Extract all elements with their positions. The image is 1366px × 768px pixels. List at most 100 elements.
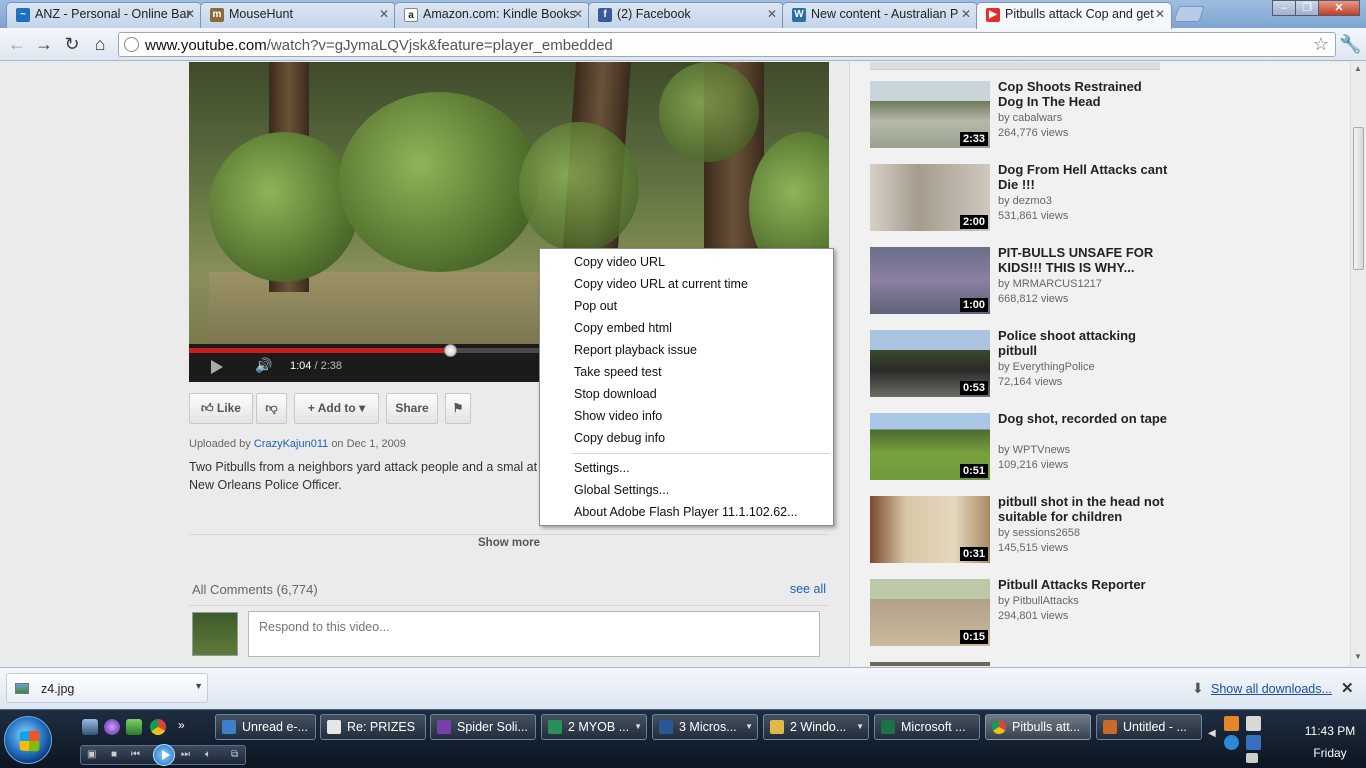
chrome-icon[interactable] [150, 719, 166, 735]
show-all-downloads-link[interactable]: Show all downloads... [1211, 682, 1332, 696]
tab-wordpress[interactable]: W New content - Australian P ✕ [782, 2, 978, 28]
reload-button[interactable]: ↻ [61, 33, 83, 55]
tray-icon[interactable] [1224, 716, 1239, 731]
menu-item-copy-video-url[interactable]: Copy video URL [574, 255, 665, 269]
share-button[interactable]: Share [386, 393, 438, 424]
close-icon[interactable]: ✕ [961, 3, 971, 25]
video-thumbnail[interactable]: 0:31 [870, 496, 990, 563]
scroll-down-icon[interactable]: ▼ [1354, 652, 1362, 661]
video-thumbnail[interactable]: 1:00 [870, 247, 990, 314]
related-video-item[interactable]: 0:31 pitbull shot in the head not suitab… [870, 494, 1170, 564]
taskbar-button-spider-solitaire[interactable]: Spider Soli... [430, 714, 536, 740]
progress-knob[interactable] [444, 344, 458, 357]
menu-item-copy-embed-html[interactable]: Copy embed html [574, 321, 672, 335]
video-thumbnail[interactable]: 0:53 [870, 330, 990, 397]
uploader-link[interactable]: CrazyKajun011 [254, 438, 328, 450]
wrench-icon[interactable]: 🔧 [1339, 33, 1361, 55]
related-title[interactable]: PIT-BULLS UNSAFE FOR KIDS!!! THIS IS WHY… [998, 245, 1168, 275]
restore-icon[interactable]: ⧉ [231, 749, 238, 760]
like-button[interactable]: 👍︎ Like [189, 393, 253, 424]
home-button[interactable]: ⌂ [89, 33, 111, 55]
video-thumbnail[interactable]: 2:33 [870, 81, 990, 148]
next-icon[interactable]: ⏭ [181, 749, 190, 760]
close-icon[interactable]: ✕ [1155, 3, 1165, 25]
close-icon[interactable]: ✕ [573, 3, 583, 25]
menu-item-copy-url-current-time[interactable]: Copy video URL at current time [574, 277, 748, 291]
volume-icon[interactable]: 🔊 [255, 357, 272, 374]
forward-button[interactable]: → [33, 33, 55, 55]
menu-item-settings[interactable]: Settings... [574, 461, 630, 475]
play-icon[interactable] [211, 360, 223, 374]
scroll-up-icon[interactable]: ▲ [1354, 64, 1362, 73]
taskbar-button-microsoft-excel[interactable]: Microsoft ... [874, 714, 980, 740]
close-icon[interactable]: ✕ [767, 3, 777, 25]
speaker-icon[interactable] [1246, 753, 1258, 763]
page-scrollbar[interactable]: ▲ ▼ [1350, 62, 1366, 666]
related-video-item[interactable]: 0:51 Dog shot, recorded on tape by WPTVn… [870, 411, 1170, 481]
related-title[interactable]: Police shoot attacking pitbull [998, 328, 1168, 358]
taskbar-button-email[interactable]: Unread e-... [215, 714, 316, 740]
previous-icon[interactable]: ⏮ [131, 749, 140, 760]
menu-item-show-video-info[interactable]: Show video info [574, 409, 662, 423]
close-window-button[interactable]: ✕ [1318, 0, 1360, 16]
menu-item-global-settings[interactable]: Global Settings... [574, 483, 669, 497]
close-icon[interactable]: ✕ [185, 3, 195, 25]
minimize-button[interactable]: – [1272, 0, 1296, 16]
system-clock[interactable]: 11:43 PM Friday [1300, 720, 1360, 764]
tray-icon[interactable] [1224, 735, 1239, 750]
taskbar-button-windows-explorer[interactable]: 2 Windo... ▼ [763, 714, 869, 740]
media-icon[interactable]: ▣ [87, 749, 96, 760]
related-title[interactable]: Pitbull Attacks Reporter [998, 577, 1168, 592]
scrollbar-thumb[interactable] [1353, 127, 1364, 270]
tab-amazon[interactable]: a Amazon.com: Kindle Books ✕ [394, 2, 590, 28]
taskbar-button-prizes[interactable]: Re: PRIZES [320, 714, 426, 740]
related-video-item[interactable]: 0:15 Pitbull Attacks Reporter by Pitbull… [870, 577, 1170, 647]
close-icon[interactable]: ✕ [379, 3, 389, 25]
show-more-button[interactable]: Show more [189, 534, 829, 549]
chevron-right-icon[interactable]: » [178, 718, 185, 732]
related-video-item[interactable]: 2:00 Dog From Hell Attacks cant Die !!! … [870, 162, 1170, 232]
back-button[interactable]: ← [6, 33, 28, 55]
related-title[interactable]: pitbull shot in the head not suitable fo… [998, 494, 1168, 524]
network-icon[interactable] [1246, 735, 1261, 750]
taskbar-button-paint[interactable]: Untitled - ... [1096, 714, 1202, 740]
dislike-button[interactable]: 👎︎ [256, 393, 287, 424]
see-all-link[interactable]: see all [790, 582, 826, 596]
related-video-item[interactable] [870, 662, 1170, 666]
video-thumbnail[interactable] [870, 662, 990, 666]
related-video-item[interactable]: 1:00 PIT-BULLS UNSAFE FOR KIDS!!! THIS I… [870, 245, 1170, 315]
related-video-item[interactable]: 2:33 Cop Shoots Restrained Dog In The He… [870, 79, 1170, 149]
taskbar-button-microsoft-word[interactable]: 3 Micros... ▼ [652, 714, 758, 740]
chevron-down-icon[interactable]: ▼ [194, 681, 203, 691]
maximize-button[interactable]: ❐ [1295, 0, 1319, 16]
flag-button[interactable]: ⚑ [445, 393, 471, 424]
related-title[interactable]: Cop Shoots Restrained Dog In The Head [998, 79, 1168, 109]
video-thumbnail[interactable]: 0:51 [870, 413, 990, 480]
tab-facebook[interactable]: f (2) Facebook ✕ [588, 2, 784, 28]
bookmark-star-icon[interactable]: ☆ [1313, 34, 1329, 55]
download-item[interactable]: z4.jpg ▼ [6, 673, 208, 703]
start-button[interactable] [4, 716, 52, 764]
tab-anz[interactable]: ~ ANZ - Personal - Online Bar ✕ [6, 2, 202, 28]
taskbar-button-myob[interactable]: 2 MYOB ... ▼ [541, 714, 647, 740]
menu-item-about-flash[interactable]: About Adobe Flash Player 11.1.102.62... [574, 505, 798, 519]
address-bar[interactable]: www.youtube.com/watch?v=gJymaLQVjsk&feat… [118, 32, 1336, 57]
menu-item-copy-debug-info[interactable]: Copy debug info [574, 431, 665, 445]
app-icon[interactable] [126, 719, 142, 735]
related-video-item[interactable]: 0:53 Police shoot attacking pitbull by E… [870, 328, 1170, 398]
video-thumbnail[interactable]: 0:15 [870, 579, 990, 646]
related-title[interactable]: Dog From Hell Attacks cant Die !!! [998, 162, 1168, 192]
related-title[interactable]: Dog shot, recorded on tape [998, 411, 1168, 426]
stop-icon[interactable]: ■ [111, 749, 117, 760]
play-icon[interactable] [153, 744, 175, 766]
taskbar-button-chrome[interactable]: Pitbulls att... [985, 714, 1091, 740]
menu-item-take-speed-test[interactable]: Take speed test [574, 365, 662, 379]
show-desktop-icon[interactable] [82, 719, 98, 735]
tab-mousehunt[interactable]: m MouseHunt ✕ [200, 2, 396, 28]
new-tab-button[interactable] [1173, 6, 1205, 22]
tray-icon[interactable] [1246, 716, 1261, 731]
add-to-button[interactable]: + Add to ▾ [294, 393, 379, 424]
close-icon[interactable]: ✕ [1341, 679, 1354, 697]
menu-item-report-playback-issue[interactable]: Report playback issue [574, 343, 697, 357]
video-thumbnail[interactable]: 2:00 [870, 164, 990, 231]
